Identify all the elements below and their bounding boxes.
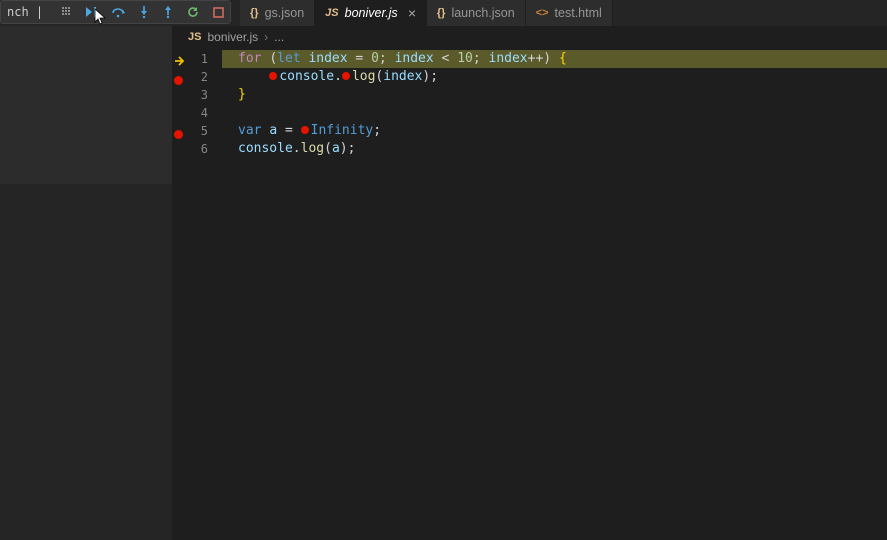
continue-icon[interactable]	[85, 6, 97, 18]
file-type-icon: <>	[536, 7, 549, 19]
inline-breakpoint-icon[interactable]	[342, 72, 350, 80]
tab-launch-json[interactable]: {} launch.json	[427, 0, 526, 26]
breadcrumb-more: ...	[274, 30, 284, 44]
line-number[interactable]: 5	[172, 122, 222, 140]
step-into-icon[interactable]	[139, 6, 149, 18]
drag-handle-icon[interactable]	[61, 5, 71, 20]
sidebar	[0, 0, 172, 540]
file-type-icon: {}	[250, 7, 259, 19]
tab-label: boniver.js	[345, 6, 398, 20]
stop-icon[interactable]	[213, 7, 224, 18]
tab-boniver-js[interactable]: JS boniver.js ×	[315, 0, 427, 26]
code-area[interactable]: for (let index = 0; index < 10; index++)…	[222, 48, 887, 540]
tab-test-html[interactable]: <> test.html	[526, 0, 613, 26]
code-editor[interactable]: 123456 for (let index = 0; index < 10; i…	[172, 48, 887, 540]
inline-breakpoint-icon[interactable]	[301, 126, 309, 134]
breadcrumb[interactable]: JS boniver.js › ...	[172, 26, 887, 48]
tab-gs-json[interactable]: {} gs.json	[240, 0, 315, 26]
sidebar-panel	[0, 24, 172, 184]
code-line[interactable]: console.log(a);	[238, 140, 887, 158]
code-line[interactable]: var a = Infinity;	[238, 122, 887, 140]
gutter: 123456	[172, 48, 222, 540]
debug-label: nch |	[7, 5, 43, 19]
chevron-right-icon: ›	[264, 30, 268, 44]
file-type-icon: {}	[437, 7, 446, 19]
line-number[interactable]: 3	[172, 86, 222, 104]
tab-label: gs.json	[265, 6, 305, 20]
debug-toolbar: nch |	[0, 0, 231, 24]
code-line[interactable]: for (let index = 0; index < 10; index++)…	[222, 50, 887, 68]
tab-label: launch.json	[451, 6, 514, 20]
file-type-icon: JS	[325, 7, 338, 19]
line-number[interactable]: 2	[172, 68, 222, 86]
step-out-icon[interactable]	[163, 6, 173, 18]
js-file-icon: JS	[188, 31, 201, 43]
breadcrumb-file: boniver.js	[207, 30, 258, 44]
restart-icon[interactable]	[187, 6, 199, 18]
close-icon[interactable]: ×	[408, 5, 416, 21]
line-number[interactable]: 4	[172, 104, 222, 122]
line-number[interactable]: 1	[172, 50, 222, 68]
step-over-icon[interactable]	[111, 6, 125, 18]
line-number[interactable]: 6	[172, 140, 222, 158]
tab-label: test.html	[555, 6, 602, 20]
code-line[interactable]: console.log(index);	[238, 68, 887, 86]
code-line[interactable]: }	[238, 86, 887, 104]
code-line[interactable]	[238, 104, 887, 122]
inline-breakpoint-icon[interactable]	[269, 72, 277, 80]
